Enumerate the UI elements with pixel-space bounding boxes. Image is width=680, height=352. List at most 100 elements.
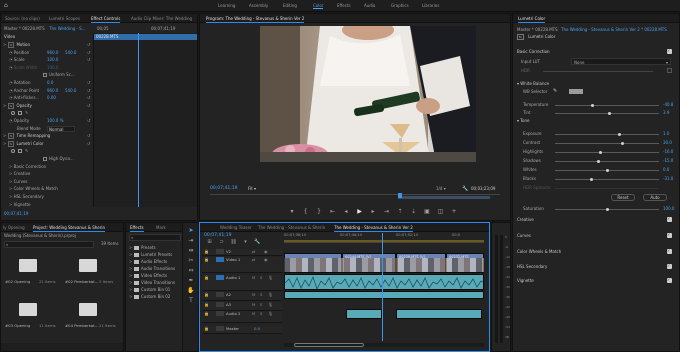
disclosure-icon[interactable]: > [3,103,8,108]
lumetri-param-value[interactable]: 3.9 [663,110,669,115]
ec-row[interactable]: ✎ [3,110,91,116]
step-back-icon[interactable]: ◂ [342,208,350,216]
ec-row[interactable]: High Dyna... [3,156,91,162]
effects-item[interactable]: Custom Bin 01 [141,287,170,292]
compare-icon[interactable]: ◫ [437,208,445,216]
lumetri-slider-track[interactable] [555,105,659,106]
timeline-h-scrollbar[interactable] [284,343,484,347]
blend-mode-dropdown[interactable]: Normal [47,125,75,132]
basic-correction-checkbox[interactable] [667,48,672,54]
ec-row[interactable]: > fx Time Remapping ↺ [3,133,91,140]
eye-icon[interactable]: ◉ [264,249,268,254]
rect-mask-icon[interactable] [18,149,22,154]
audio-clip-a3-2[interactable] [396,309,482,319]
eye-icon[interactable]: ◉ [264,257,268,262]
ec-mini-timeline[interactable]: 00228.MTS [93,33,197,207]
ec-row[interactable]: > Color Wheels & Match [3,186,91,192]
tone-header[interactable]: ▾ Tone [517,118,530,124]
tab-audio-clip-mixer[interactable]: Audio Clip Mixer: The Wedding [131,15,192,22]
ec-row[interactable]: > HSL Secondary [3,194,91,200]
section-checkbox[interactable] [667,263,672,269]
track-header-a2[interactable]: 🔒 A2 M S 🎙 [202,292,282,301]
lumetri-section-hsl-secondary[interactable]: HSL Secondary [517,264,547,269]
workspace-tab-effects[interactable]: Effects [337,3,351,8]
ec-param-value[interactable]: 100.0 [47,65,58,71]
ec-row[interactable]: > fx Opacity ↺ [3,102,91,109]
disclosure-icon[interactable]: > [129,252,132,257]
reset-icon[interactable]: ↺ [87,50,90,56]
effects-item[interactable]: Audio Transitions [141,266,175,271]
checkbox[interactable] [43,157,47,161]
lumetri-slider-knob[interactable] [599,150,603,154]
disclosure-icon[interactable]: > [129,266,132,271]
track-target[interactable] [216,302,224,307]
hand-tool-icon[interactable]: ✋ [187,287,195,295]
disclosure-icon[interactable]: > [129,273,132,278]
track-target[interactable] [216,326,224,331]
razor-icon[interactable]: ✂ [187,257,195,265]
program-timecode[interactable]: 00;07;41;19 [210,186,237,192]
tab-effect-controls[interactable]: Effect Controls [91,15,121,23]
track-target[interactable] [216,275,224,280]
effects-item[interactable]: Audio Effects [141,259,167,264]
project-search-input[interactable]: ⌕ [4,241,94,248]
lumetri-slider-knob[interactable] [590,103,594,107]
add-icon[interactable]: + [450,208,458,216]
ec-row[interactable]: > Curves [3,179,91,185]
track-target[interactable] [216,311,224,316]
ec-param-value[interactable]: 0.00 [47,95,56,101]
tab-wedding-seq-1[interactable]: The Wedding - Stevanus & Sherin [258,224,325,231]
ec-row[interactable]: ◔ Opacity 100.0 % ↺ [3,118,91,124]
lumetri-param-value[interactable]: 1.0 [663,131,669,136]
section-checkbox[interactable] [667,216,672,222]
ec-param-value-2[interactable]: 540.0 [65,88,76,94]
wrench-icon[interactable]: 🔧 [462,186,468,192]
hdr-checkbox[interactable] [667,68,672,73]
lumetri-slider-track[interactable] [555,143,659,144]
ellipse-mask-icon[interactable] [11,111,15,116]
tab-program[interactable]: Program: The Wedding - Stevanus & Sherin… [206,15,305,23]
rect-mask-icon[interactable] [18,111,22,116]
reset-icon[interactable]: ↺ [87,133,90,139]
disclosure-icon[interactable]: > [129,259,132,264]
solo-button[interactable]: S [260,292,262,297]
lumetri-param-value[interactable]: 100.0 [663,206,674,211]
program-video-frame[interactable] [260,26,476,162]
workspace-tab-color[interactable]: Color [313,3,324,9]
lock-icon[interactable]: 🔒 [204,326,209,331]
ec-sequence-label[interactable]: The Wedding - S... [49,26,86,32]
lumetri-sequence-label[interactable]: The Wedding - Stevanus & Sherin Ver 2 * … [561,27,667,33]
ec-row[interactable]: ✎ [3,148,91,154]
ec-param-value[interactable]: 100.0 % [47,118,64,124]
reset-button[interactable]: Reset [611,194,635,201]
scroll-thumb[interactable] [294,343,364,347]
ec-row[interactable]: > fx Motion ↺ [3,42,91,48]
track-header-v1[interactable]: 🔒 Video 1 ⇄ ◉ [202,257,282,273]
ec-clip-bar[interactable]: 00228.MTS [94,34,197,40]
lumetri-section-curves[interactable]: Curves [517,233,531,238]
effects-item[interactable]: Lumetri Presets [141,252,172,257]
lumetri-slider-track[interactable] [555,161,659,162]
sync-lock-icon[interactable]: ⇄ [252,257,255,262]
effects-item[interactable]: Custom Bin 02 [141,294,170,299]
tab-source[interactable]: Source: (no clips) [5,15,40,22]
ec-param-value[interactable]: 0.0 [47,80,53,86]
auto-button[interactable]: Auto [643,194,667,201]
lumetri-param-value[interactable]: -16.0 [663,149,673,154]
export-frame-icon[interactable]: ▣ [423,208,431,216]
lock-icon[interactable]: 🔒 [204,292,209,297]
track-header-a1[interactable]: 🔒 Audio 1 M S 🎙 [202,275,282,291]
audio-clip-a3-1[interactable] [346,309,382,319]
track-header-a4[interactable]: 🔒 Audio 2 M S 🎙 [202,311,282,323]
disclosure-icon[interactable]: > [129,287,132,292]
lumetri-slider-knob[interactable] [605,207,609,211]
folder-icon[interactable] [79,259,97,272]
ec-row[interactable]: ◔ Anti-flicker... 0.00 ↺ [3,95,91,101]
workspace-tab-editing[interactable]: Editing [283,3,297,8]
lumetri-slider-knob[interactable] [621,141,625,145]
mic-icon[interactable]: 🎙 [268,302,273,307]
workspace-tab-learning[interactable]: Learning [218,3,235,8]
lumetri-slider-knob[interactable] [605,168,609,172]
effects-item[interactable]: Presets [141,245,156,250]
fit-dropdown[interactable]: Fit ▾ [248,186,272,192]
